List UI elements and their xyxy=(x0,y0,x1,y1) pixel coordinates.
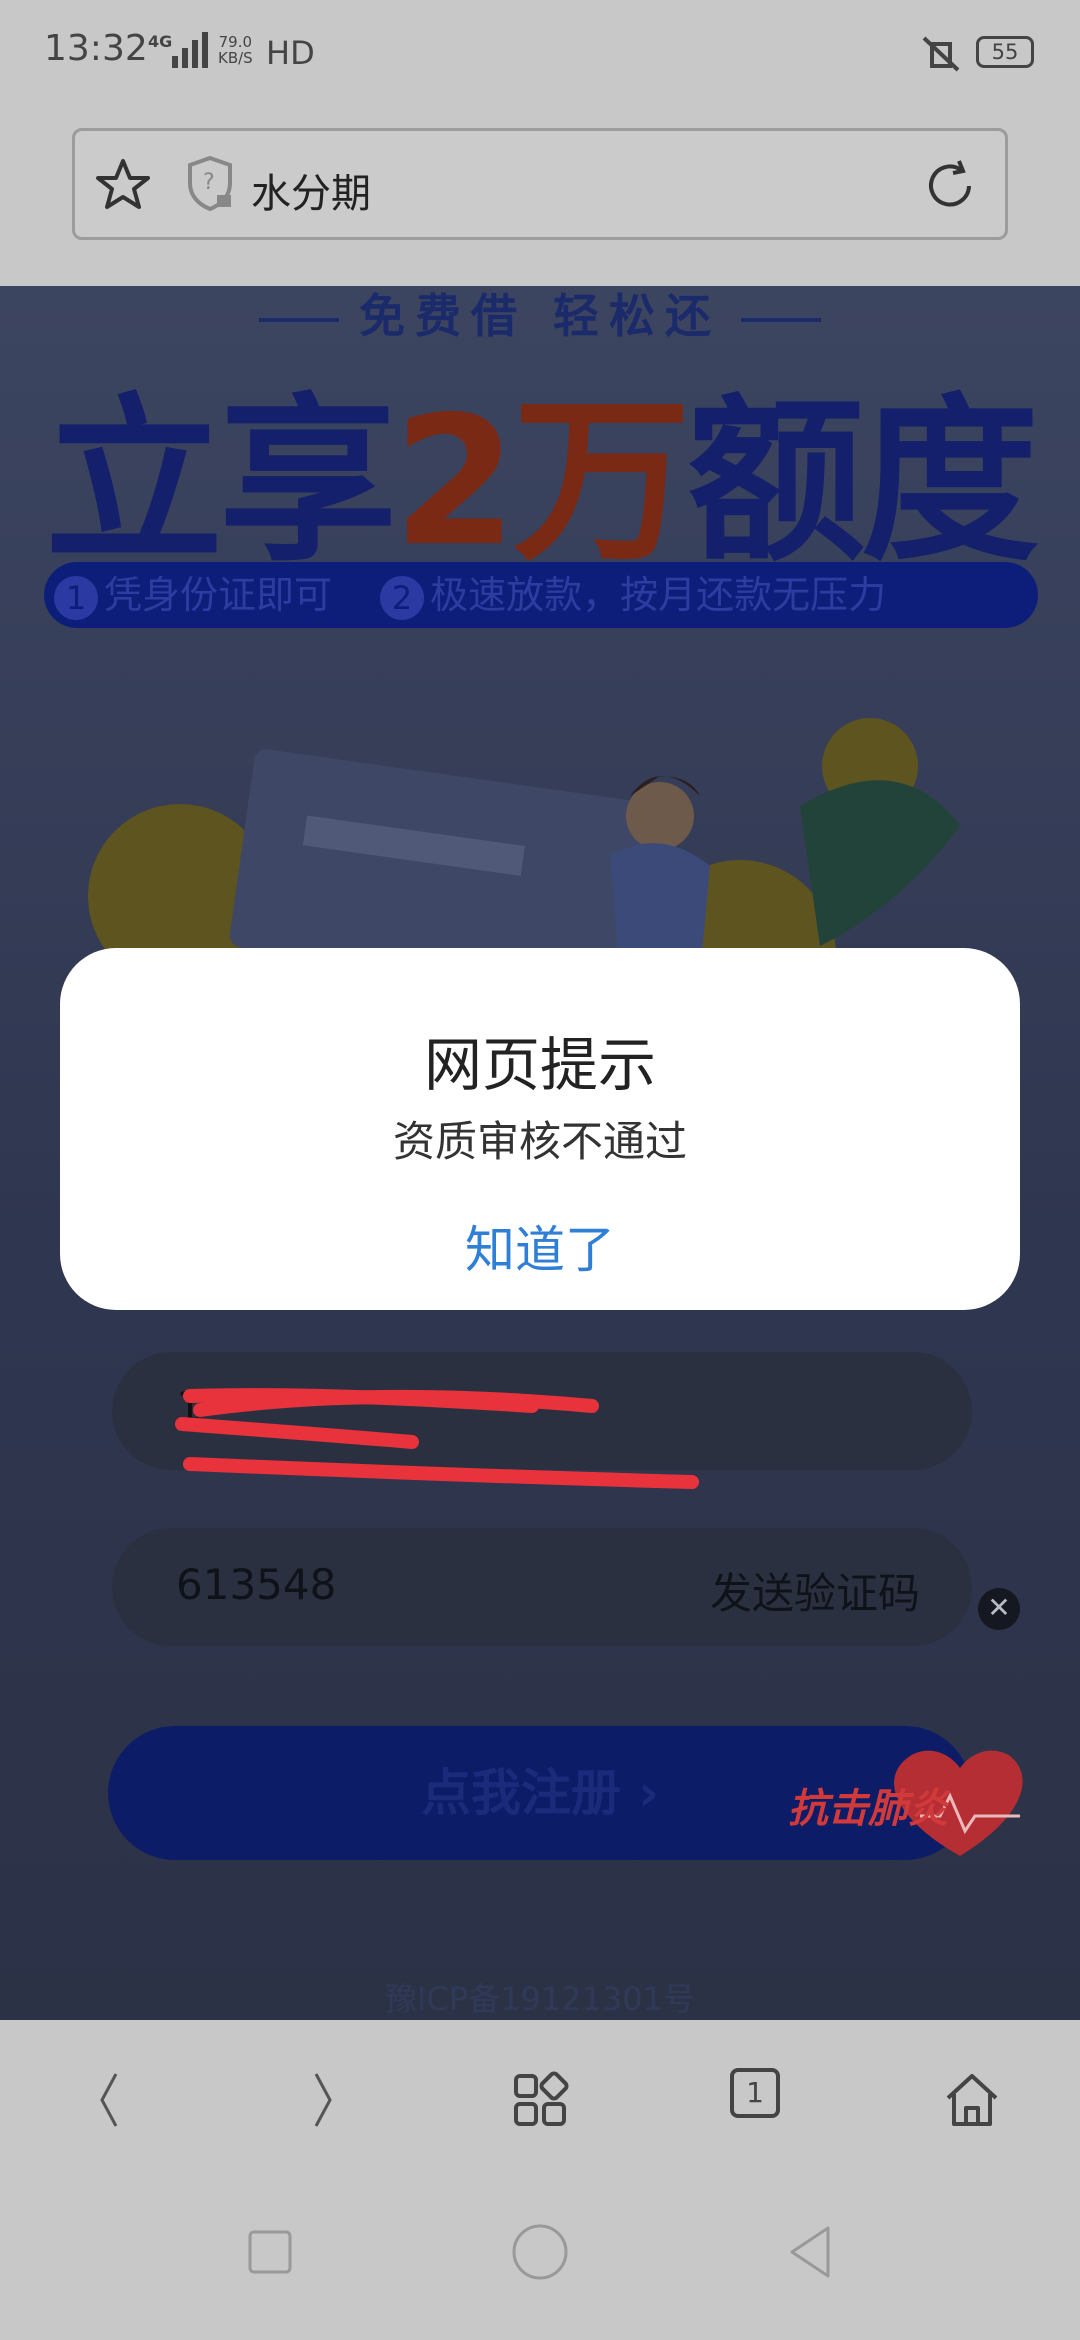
speed-unit: KB/S xyxy=(218,49,253,67)
shield-icon[interactable]: ? xyxy=(185,155,235,211)
feature1-number: 1 xyxy=(54,575,98,620)
signal-icon xyxy=(172,32,208,68)
network-speed: 79.0 KB/S xyxy=(218,34,253,66)
address-bar[interactable]: ? 水分期 xyxy=(72,128,1008,240)
system-nav-bar xyxy=(0,2180,1080,2340)
hd-indicator: HD xyxy=(266,34,315,72)
headline-highlight: 2万 xyxy=(393,378,691,585)
dialog-title: 网页提示 xyxy=(423,1031,656,1099)
browser-header: ? 水分期 xyxy=(0,100,1080,286)
tabs-icon[interactable]: 1 xyxy=(730,2068,780,2118)
close-icon[interactable]: ✕ xyxy=(978,1588,1020,1630)
slogan-top: 免费借 轻松还 xyxy=(0,286,1080,346)
status-time: 13:32 xyxy=(44,28,148,69)
svg-text:?: ? xyxy=(203,170,215,195)
code-value: 613548 xyxy=(176,1560,337,1609)
browser-toolbar: 1 xyxy=(0,2020,1080,2180)
verification-code-input[interactable]: 613548 发送验证码 xyxy=(112,1528,972,1646)
mute-icon xyxy=(922,36,960,72)
feature-pill: 1 凭身份证即可 2 极速放款，按月还款无压力 xyxy=(44,562,1038,628)
speed-value: 79.0 xyxy=(218,33,253,51)
redaction-scribble xyxy=(175,1388,699,1489)
icp-footer: 豫ICP备19121301号 xyxy=(385,1980,695,2018)
feature2-text: 极速放款，按月还款无压力 xyxy=(430,573,887,617)
battery-level: 55 xyxy=(991,40,1019,64)
tab-count: 1 xyxy=(746,2076,764,2109)
home-circle-icon[interactable] xyxy=(508,2220,572,2284)
recents-icon[interactable] xyxy=(238,2220,302,2284)
status-bar: 13:32 4G 79.0 KB/S HD 55 xyxy=(0,0,1080,100)
send-code-button[interactable]: 发送验证码 xyxy=(710,1560,920,1621)
back-triangle-icon[interactable] xyxy=(778,2220,842,2284)
headline-part2: 额度 xyxy=(686,378,1039,585)
page-title[interactable]: 水分期 xyxy=(251,161,371,219)
menu-grid-icon[interactable] xyxy=(508,2068,572,2132)
phone-input[interactable]: 1 xyxy=(112,1352,972,1489)
headline: 立享2万额度 xyxy=(0,338,1080,595)
feature2-number: 2 xyxy=(380,575,425,620)
slogan-divider xyxy=(258,317,339,322)
feature1-text: 凭身份证即可 xyxy=(104,573,333,617)
battery-icon: 55 xyxy=(976,36,1034,68)
forward-icon[interactable] xyxy=(292,2068,356,2132)
badge-label[interactable]: 抗击肺炎 xyxy=(788,1776,948,1834)
headline-part1: 立享 xyxy=(45,378,397,585)
reload-icon[interactable] xyxy=(921,157,979,215)
home-icon[interactable] xyxy=(940,2068,1004,2132)
slogan-divider xyxy=(741,317,821,322)
back-icon[interactable] xyxy=(76,2068,140,2132)
dialog-message: 资质审核不通过 xyxy=(392,1117,687,1166)
slogan-text: 免费借 轻松还 xyxy=(358,289,721,343)
alert-dialog: 网页提示 资质审核不通过 知道了 xyxy=(60,948,1020,1310)
star-icon[interactable] xyxy=(95,157,151,213)
dialog-ok-button[interactable]: 知道了 xyxy=(440,1210,640,1282)
